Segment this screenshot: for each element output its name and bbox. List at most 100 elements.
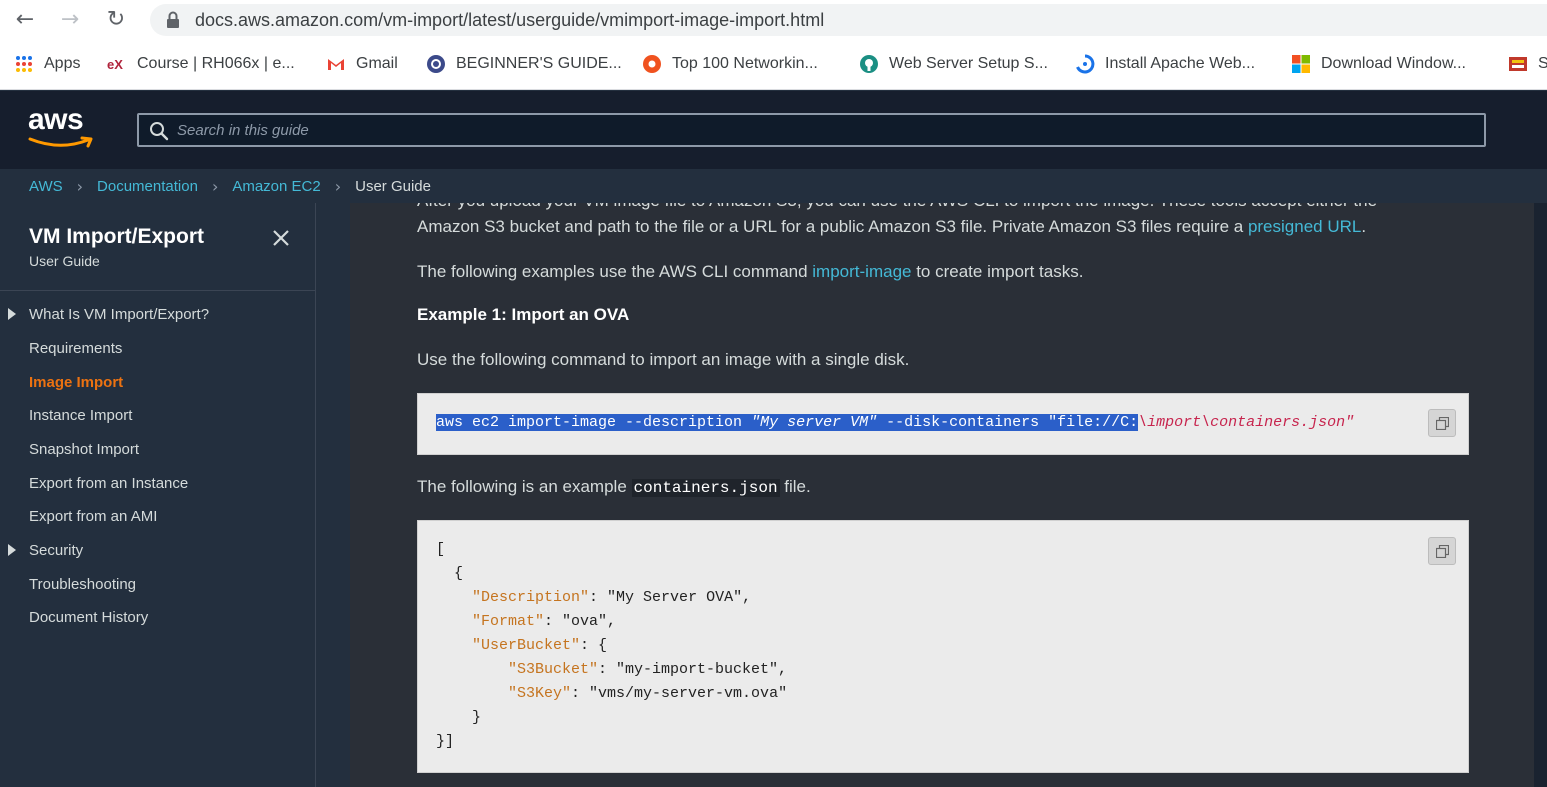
caret-right-icon[interactable] [8, 308, 16, 320]
bookmark-label: Top 100 Networkin... [672, 55, 818, 72]
sidebar-subtitle: User Guide [29, 253, 100, 269]
aws-docs-header: aws [0, 91, 1547, 169]
command-line[interactable]: aws ec2 import-image --description "My s… [436, 414, 1354, 431]
bookmark-label: Web Server Setup S... [889, 55, 1048, 72]
bookmarks-bar: Apps eX Course | RH066x | e... Gmail BEG… [0, 40, 1547, 90]
reload-icon[interactable]: ↻ [102, 6, 130, 34]
gmail-icon [328, 59, 344, 70]
code-line: "Format": "ova", [436, 613, 616, 630]
globe-icon [427, 55, 445, 73]
copy-button[interactable] [1428, 537, 1456, 565]
sidebar-item-instance-import[interactable]: Instance Import [29, 407, 132, 424]
paragraph-intro: Amazon S3 bucket and path to the file or… [417, 217, 1366, 237]
sidebar-item-document-history[interactable]: Document History [29, 609, 148, 626]
breadcrumb-documentation[interactable]: Documentation [97, 178, 198, 195]
bookmark-download-windows[interactable]: Download Window... [1291, 53, 1466, 75]
json-code-block[interactable]: [ { "Description": "My Server OVA", "For… [417, 520, 1469, 773]
sidebar-item-security[interactable]: Security [29, 542, 83, 559]
sidebar-item-troubleshooting[interactable]: Troubleshooting [29, 576, 136, 593]
command-text: "My server VM" [751, 414, 878, 431]
json-value: : "vms/my-server-vm.ova" [571, 685, 788, 702]
search-input[interactable] [177, 115, 1467, 145]
copy-icon [1436, 545, 1449, 558]
svg-text:eX: eX [107, 57, 123, 72]
inline-code: containers.json [631, 479, 780, 497]
bookmark-install-apache[interactable]: Install Apache Web... [1075, 53, 1255, 75]
json-value: : "My Server OVA", [589, 589, 752, 606]
scrollbar[interactable] [1534, 203, 1547, 787]
command-text: \import\containers.json" [1138, 414, 1355, 431]
command-code-block[interactable]: aws ec2 import-image --description "My s… [417, 393, 1469, 455]
code-line: { [436, 565, 463, 582]
bookmark-apps[interactable]: Apps [14, 53, 80, 75]
code-line: "UserBucket": { [436, 637, 607, 654]
breadcrumb-current: User Guide [355, 177, 431, 195]
json-value: : "my-import-bucket", [598, 661, 788, 678]
breadcrumb-amazon-ec2[interactable]: Amazon EC2 [232, 178, 320, 195]
teal-circle-icon [860, 55, 878, 73]
paragraph-text: . [1361, 217, 1367, 236]
bookmark-top-100-networking[interactable]: Top 100 Networkin... [642, 53, 818, 75]
json-key: "S3Key" [508, 685, 572, 702]
gutter [317, 203, 350, 787]
main-content: After you upload your VM image file to A… [350, 203, 1534, 787]
bookmark-s[interactable]: S [1508, 53, 1547, 75]
sidebar-item-export-ami[interactable]: Export from an AMI [29, 508, 157, 525]
aws-logo[interactable]: aws [28, 105, 98, 151]
sidebar-title[interactable]: VM Import/Export [29, 225, 204, 249]
paragraph-examples: The following examples use the AWS CLI c… [417, 262, 1083, 282]
sidebar-item-image-import[interactable]: Image Import [29, 374, 123, 391]
paragraph-text: Amazon S3 bucket and path to the file or… [417, 217, 1248, 236]
command-text: aws ec2 import-image --description [436, 414, 752, 431]
arrow-right-icon[interactable]: → [56, 6, 84, 34]
apps-grid-icon [16, 56, 32, 72]
breadcrumb-aws[interactable]: AWS [29, 178, 63, 195]
paragraph-json-intro: The following is an example containers.j… [417, 477, 811, 497]
bookmark-web-server-setup[interactable]: Web Server Setup S... [859, 53, 1048, 75]
sidebar-item-requirements[interactable]: Requirements [29, 340, 122, 357]
sidebar-item-snapshot-import[interactable]: Snapshot Import [29, 441, 139, 458]
bookmark-label: Apps [44, 55, 81, 72]
windows-logo-icon [1292, 55, 1310, 73]
address-bar[interactable]: docs.aws.amazon.com/vm-import/latest/use… [150, 4, 1547, 36]
bookmark-beginners-guide[interactable]: BEGINNER'S GUIDE... [426, 53, 622, 75]
close-icon[interactable] [270, 227, 292, 249]
copy-icon [1436, 417, 1449, 430]
presigned-url-link[interactable]: presigned URL [1248, 217, 1361, 236]
paragraph-command-intro: Use the following command to import an i… [417, 350, 910, 369]
paragraph-text: The following is an example [417, 477, 632, 496]
bookmark-icon [1509, 57, 1527, 71]
bookmark-label: BEGINNER'S GUIDE... [456, 55, 622, 72]
code-line: }] [436, 733, 454, 750]
chevron-right-icon: › [334, 176, 342, 196]
json-key: "UserBucket" [472, 637, 581, 654]
chevron-right-icon: › [211, 176, 219, 196]
json-value: : { [580, 637, 608, 654]
guide-search[interactable] [137, 113, 1486, 147]
json-value: }] [436, 733, 455, 750]
bookmark-label: Gmail [356, 55, 398, 72]
lock-icon [167, 11, 179, 28]
bookmark-label: Course | RH066x | e... [137, 55, 295, 72]
browser-toolbar: ← → ↻ docs.aws.amazon.com/vm-import/late… [0, 0, 1547, 40]
json-value: } [472, 709, 482, 726]
url-text[interactable]: docs.aws.amazon.com/vm-import/latest/use… [195, 10, 824, 31]
bookmark-edx-course[interactable]: eX Course | RH066x | e... [107, 53, 295, 75]
blue-loader-icon [1076, 54, 1095, 74]
sidebar-item-what-is[interactable]: What Is VM Import/Export? [29, 306, 209, 323]
json-value: : "ova", [544, 613, 617, 630]
code-line: } [436, 709, 481, 726]
import-image-link[interactable]: import-image [812, 262, 911, 281]
command-text: --disk-containers "file://C: [877, 414, 1139, 431]
sidebar-item-export-instance[interactable]: Export from an Instance [29, 475, 188, 492]
copy-button[interactable] [1428, 409, 1456, 437]
bookmark-gmail[interactable]: Gmail [326, 53, 398, 75]
arrow-left-icon[interactable]: ← [11, 6, 39, 34]
bookmark-label: Download Window... [1321, 55, 1466, 72]
caret-right-icon[interactable] [8, 544, 16, 556]
